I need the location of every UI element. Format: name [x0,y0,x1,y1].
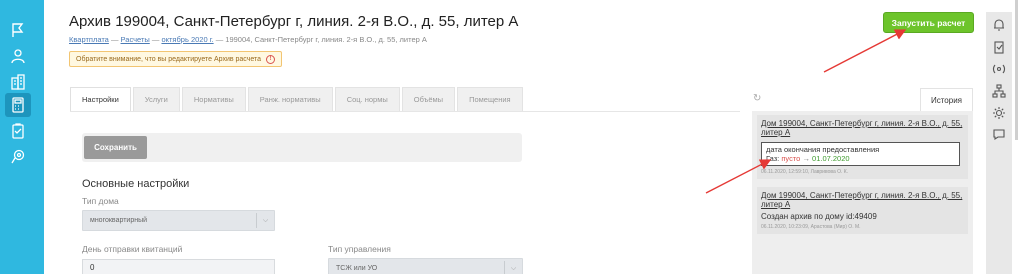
tab-services[interactable]: Услуги [132,87,180,111]
history-entry-title[interactable]: Дом 199004, Санкт-Петербург г, линия. 2-… [761,119,964,137]
management-type-label: Тип управления [328,244,391,254]
breadcrumb-item-calculations[interactable]: Расчеты [121,35,150,44]
history-change-box: дата окончания предоставления Газ: пусто… [761,142,960,166]
tab-volumes[interactable]: Объёмы [401,87,456,111]
building-icon[interactable] [5,70,31,94]
location-chat-icon[interactable] [5,145,31,169]
history-entry-meta: 06.11.2020, 12:59:10, Лавривова О. К. [761,169,849,175]
breadcrumb-separator: — [149,35,162,44]
new-value: 01.07.2020 [812,154,850,163]
warning-text: Обратите внимание, что вы редактируете А… [76,55,262,63]
changed-field: дата окончания предоставления [766,145,880,154]
history-entry: Дом 199004, Санкт-Петербург г, линия. 2-… [757,187,968,234]
page-title: Архив 199004, Санкт-Петербург г, линия. … [69,13,519,30]
tab-norms[interactable]: Нормативы [181,87,246,111]
history-entry-body: Создан архив по дому id:49409 [761,212,877,221]
change-prefix: Газ: [766,154,780,163]
history-entry: Дом 199004, Санкт-Петербург г, линия. 2-… [757,115,968,179]
sitemap-icon[interactable] [992,84,1006,98]
save-button[interactable]: Сохранить [84,136,147,159]
tab-premises[interactable]: Помещения [457,87,523,111]
house-type-select[interactable]: многоквартирный ⌵ [82,210,275,231]
change-line: Газ: пусто → 01.07.2020 [766,154,955,163]
house-type-label: Тип дома [82,196,119,206]
management-type-value: ТСЖ или УО [336,265,378,272]
left-sidebar [0,0,44,274]
chevron-down-icon: ⌵ [256,213,274,228]
right-toolbar [986,12,1012,274]
history-panel: Дом 199004, Санкт-Петербург г, линия. 2-… [752,111,973,274]
send-day-input[interactable]: 0 [82,259,275,274]
send-day-label: День отправки квитанций [82,244,183,254]
chevron-down-icon: ⌵ [504,261,522,274]
bell-icon[interactable] [992,18,1006,32]
breadcrumb-separator: — [108,35,121,44]
chat-icon[interactable] [992,127,1006,141]
house-type-value: многоквартирный [90,217,148,224]
tab-settings[interactable]: Настройки [70,87,131,111]
tab-social-norms[interactable]: Соц. нормы [334,87,400,111]
scrollbar[interactable] [1015,0,1018,140]
gear-icon[interactable] [992,106,1006,120]
warning-icon: ! [266,54,276,64]
breadcrumb-item-period[interactable]: октябрь 2020 г. [161,35,213,44]
refresh-icon[interactable]: ↻ [753,94,763,104]
breadcrumb: Квартплата — Расчеты — октябрь 2020 г. —… [69,35,427,44]
tab-ranged-norms[interactable]: Ранж. нормативы [247,87,333,111]
breadcrumb-item-current: 199004, Санкт-Петербург г, линия. 2-я В.… [225,35,427,44]
settings-tabs: Настройки Услуги Нормативы Ранж. нормати… [70,87,525,111]
section-title: Основные настройки [82,178,190,190]
history-entry-title[interactable]: Дом 199004, Санкт-Петербург г, линия. 2-… [761,191,964,209]
tab-history[interactable]: История [920,88,973,111]
clipboard-icon[interactable] [5,119,31,143]
management-type-select[interactable]: ТСЖ или УО ⌵ [328,258,523,274]
clipboard-check-icon[interactable] [992,40,1006,54]
history-entry-meta: 06.11.2020, 10:23:09, Арастова (Мир) О. … [761,224,861,230]
old-value: пусто [781,154,801,163]
arrow-right-icon: → [802,154,810,163]
calculator-icon[interactable] [5,93,31,117]
breadcrumb-item-rent[interactable]: Квартплата [69,35,109,44]
users-icon[interactable] [5,44,31,68]
archive-warning-banner: Обратите внимание, что вы редактируете А… [69,51,283,67]
save-panel: Сохранить [82,133,522,162]
flag-icon[interactable] [5,18,31,42]
annotation-arrow-run [823,29,907,73]
run-calculation-button[interactable]: Запустить расчет [883,12,974,33]
broadcast-icon[interactable] [992,62,1006,76]
tabs-divider [70,111,740,112]
breadcrumb-separator: — [213,35,226,44]
